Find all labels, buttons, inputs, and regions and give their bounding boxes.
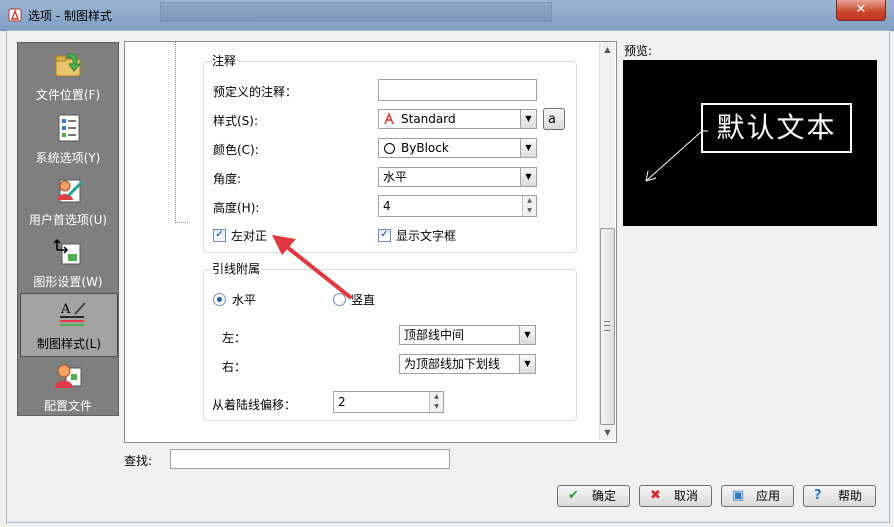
right-attach-dropdown[interactable]: 为顶部线加下划线 ▼ [399, 354, 536, 374]
cross-icon: ✖ [650, 488, 661, 503]
search-input[interactable] [170, 449, 450, 469]
spin-up-icon[interactable]: ▲ [429, 392, 443, 402]
style-value: Standard [401, 112, 456, 126]
help-button[interactable]: ? 帮助 [803, 485, 876, 507]
apply-button[interactable]: ▣ 应用 [721, 485, 794, 507]
scrollbar-grip [604, 321, 610, 331]
nav-label: 制图样式(L) [36, 337, 102, 351]
angle-label: 角度: [213, 172, 242, 186]
scroll-up-icon[interactable]: ▲ [603, 45, 612, 54]
spin-down-icon[interactable]: ▼ [522, 206, 536, 216]
height-value: 4 [383, 199, 391, 213]
svg-text:A: A [60, 302, 71, 317]
ok-button[interactable]: ✔ 确定 [557, 485, 630, 507]
checklist-icon [58, 114, 80, 142]
annotation-group-title: 注释 [210, 52, 239, 69]
horizontal-radio[interactable] [213, 293, 226, 306]
search-label: 查找: [124, 454, 153, 468]
nav-label: 图形设置(W) [33, 275, 103, 289]
close-button[interactable]: ✕ [836, 0, 886, 21]
left-align-checkbox[interactable]: ✓ [213, 229, 226, 242]
ok-label: 确定 [592, 489, 617, 503]
style-label: 样式(S): [213, 114, 259, 128]
horizontal-radio-label: 水平 [232, 293, 257, 307]
nav-item-profiles[interactable]: 配置文件 [18, 356, 118, 418]
landing-offset-value: 2 [338, 395, 346, 409]
text-style-edit-button[interactable]: a [543, 108, 565, 130]
landing-offset-spinner[interactable]: 2 ▲ ▼ [333, 391, 444, 413]
show-textbox-label: 显示文字框 [396, 229, 457, 243]
chevron-down-icon: ▼ [520, 168, 536, 186]
spin-up-icon[interactable]: ▲ [522, 196, 536, 206]
annotation-arrow-overlay [272, 235, 352, 299]
color-label: 颜色(C): [213, 143, 259, 157]
right-attach-label: 右： [222, 360, 247, 374]
title-bar: 选项 - 制图样式 ✕ [0, 0, 894, 31]
style-dropdown[interactable]: Standard ▼ [378, 109, 537, 129]
text-style-editor-icon: a [548, 112, 556, 127]
predefined-annotation-label: 预定义的注释： [213, 85, 298, 99]
left-attach-label: 左： [222, 331, 247, 345]
spin-down-icon[interactable]: ▼ [429, 402, 443, 412]
preview-leader-line [645, 130, 708, 182]
text-style-icon [384, 113, 394, 125]
chevron-down-icon: ▼ [519, 355, 535, 373]
tree-connector-line [175, 42, 188, 223]
chevron-down-icon: ▼ [520, 110, 536, 128]
apply-icon: ▣ [732, 488, 745, 503]
cancel-label: 取消 [674, 489, 699, 503]
landing-offset-label: 从着陆线偏移： [212, 398, 297, 412]
cancel-button[interactable]: ✖ 取消 [639, 485, 712, 507]
app-icon [8, 8, 22, 22]
background-window-strip [160, 2, 552, 22]
profile-icon [55, 364, 82, 388]
predefined-annotation-input[interactable] [378, 79, 537, 101]
scroll-down-icon[interactable]: ▼ [603, 428, 612, 437]
apply-label: 应用 [756, 489, 781, 503]
chevron-down-icon: ▼ [520, 139, 536, 157]
checkmark-icon: ✔ [568, 488, 579, 503]
right-attach-value: 为顶部线加下划线 [404, 357, 501, 371]
leader-group-title: 引线附属 [210, 260, 263, 277]
left-attach-value: 顶部线中间 [404, 328, 465, 342]
nav-label: 用户首选项(U) [28, 213, 108, 227]
graphics-icon [54, 238, 81, 265]
show-textbox-checkbox[interactable]: ✓ [378, 229, 391, 242]
help-label: 帮助 [838, 489, 863, 503]
nav-item-file-locations[interactable]: 文件位置(F) [18, 45, 118, 107]
nav-label: 文件位置(F) [35, 88, 101, 102]
angle-value: 水平 [383, 170, 408, 184]
height-spinner[interactable]: 4 ▲ ▼ [378, 195, 537, 217]
options-nav: 文件位置(F) 系统选项(Y) 用户首选项(U) 图形设置(W) A 制图样式(… [17, 42, 119, 416]
color-dropdown[interactable]: ByBlock ▼ [378, 138, 537, 158]
color-value: ByBlock [401, 141, 449, 155]
angle-dropdown[interactable]: 水平 ▼ [378, 167, 537, 187]
window-title: 选项 - 制图样式 [28, 9, 112, 23]
chevron-down-icon: ▼ [519, 326, 535, 344]
folder-icon [55, 53, 82, 77]
height-label: 高度(H): [213, 201, 260, 215]
nav-item-graphics-settings[interactable]: 图形设置(W) [18, 232, 118, 294]
nav-label: 配置文件 [43, 399, 92, 413]
nav-item-user-preferences[interactable]: 用户首选项(U) [18, 170, 118, 232]
left-attach-dropdown[interactable]: 顶部线中间 ▼ [399, 325, 536, 345]
user-prefs-icon [57, 179, 84, 203]
preview-note-text: 默认文本 [701, 103, 852, 153]
preview-label: 预览: [624, 44, 653, 58]
nav-item-system-options[interactable]: 系统选项(Y) [18, 108, 118, 170]
help-icon: ? [814, 488, 822, 503]
drafting-style-icon: A [60, 302, 86, 326]
byblock-icon [384, 143, 395, 154]
nav-label: 系统选项(Y) [35, 151, 101, 165]
nav-item-drafting-style[interactable]: A 制图样式(L) [20, 293, 118, 357]
